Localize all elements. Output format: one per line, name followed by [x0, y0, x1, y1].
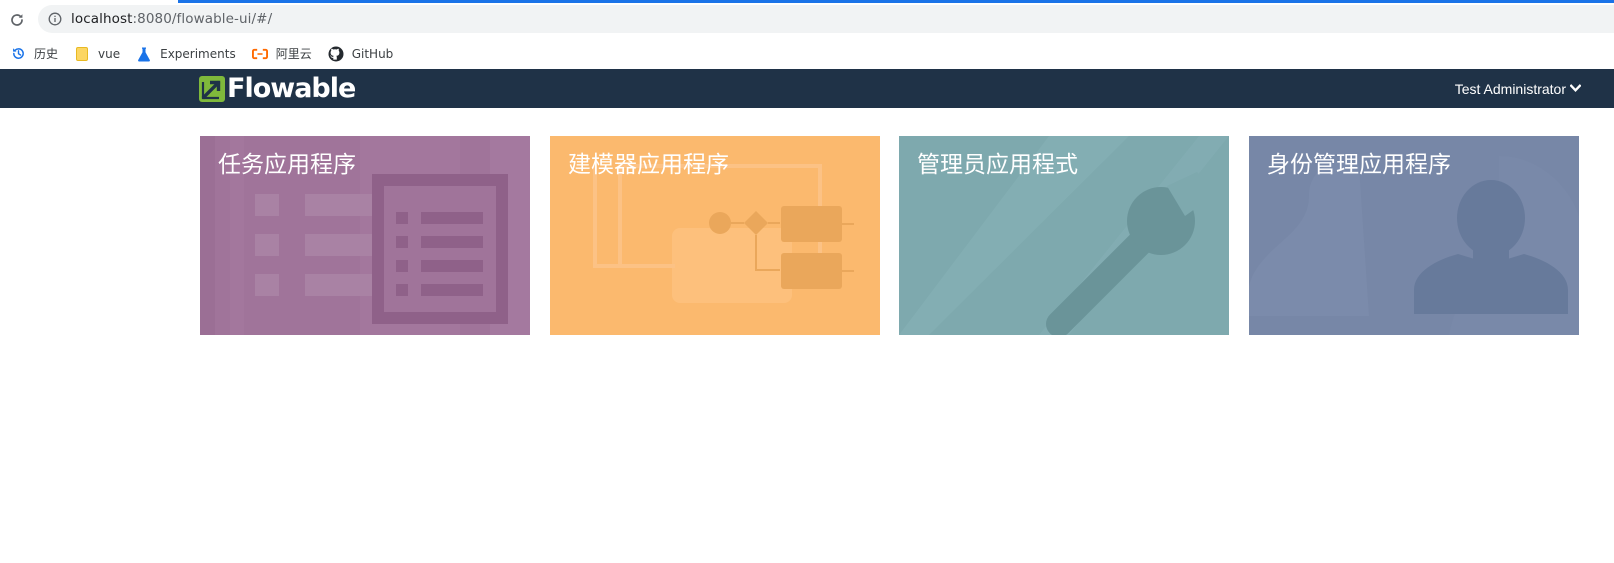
tile-title: 任务应用程序 [218, 152, 356, 178]
bookmark-github[interactable]: GitHub [326, 42, 402, 66]
tile-title: 建模器应用程序 [568, 152, 729, 178]
user-name: Test Administrator [1454, 80, 1566, 97]
history-icon [10, 46, 26, 62]
app-navbar: Flowable Test Administrator [0, 69, 1614, 108]
bookmark-label: 历史 [34, 47, 59, 61]
bookmark-aliyun[interactable]: 阿里云 [250, 42, 320, 66]
brand-name: Flowable [227, 73, 356, 104]
url-path: :8080/flowable-ui/#/ [132, 11, 273, 27]
bookmark-experiments[interactable]: Experiments [134, 42, 244, 66]
tile-admin-app[interactable]: 管理员应用程式 [899, 136, 1229, 335]
flowable-logo-icon [199, 76, 225, 102]
browser-address-row: localhost:8080/flowable-ui/#/ [0, 0, 1614, 38]
flowable-logo[interactable]: Flowable [199, 73, 356, 104]
bookmark-label: 阿里云 [275, 47, 312, 61]
tile-title: 管理员应用程式 [917, 152, 1078, 178]
bookmark-label: Experiments [160, 46, 236, 61]
bookmark-label: GitHub [351, 46, 394, 61]
page-load-progress-bar [178, 0, 1614, 3]
site-info-icon[interactable] [48, 12, 62, 26]
chevron-down-icon [1570, 84, 1581, 93]
bookmarks-bar: 历史 vue Experiments 阿里云 GitHub [0, 38, 1614, 69]
user-menu-dropdown[interactable]: Test Administrator [1455, 69, 1581, 108]
tile-title: 身份管理应用程序 [1267, 152, 1451, 178]
bookmark-history[interactable]: 历史 [8, 42, 66, 66]
address-bar[interactable]: localhost:8080/flowable-ui/#/ [38, 5, 1614, 33]
tile-modeler-app[interactable]: 建模器应用程序 [550, 136, 880, 335]
tile-task-app[interactable]: 任务应用程序 [200, 136, 530, 335]
github-icon [328, 46, 344, 62]
flask-icon [136, 46, 152, 62]
tile-identity-app[interactable]: 身份管理应用程序 [1249, 136, 1579, 335]
aliyun-icon [251, 46, 268, 62]
url-host: localhost [71, 11, 133, 27]
bookmark-vue[interactable]: vue [72, 42, 128, 66]
bookmark-label: vue [98, 46, 121, 61]
reload-icon [11, 14, 23, 26]
reload-button[interactable] [6, 9, 28, 31]
url-text[interactable]: localhost:8080/flowable-ui/#/ [71, 11, 272, 27]
app-tiles: 任务应用程序 建模器应用程序 管理员应用程式 身份管理应用程序 [200, 136, 1581, 335]
folder-icon [74, 46, 90, 62]
